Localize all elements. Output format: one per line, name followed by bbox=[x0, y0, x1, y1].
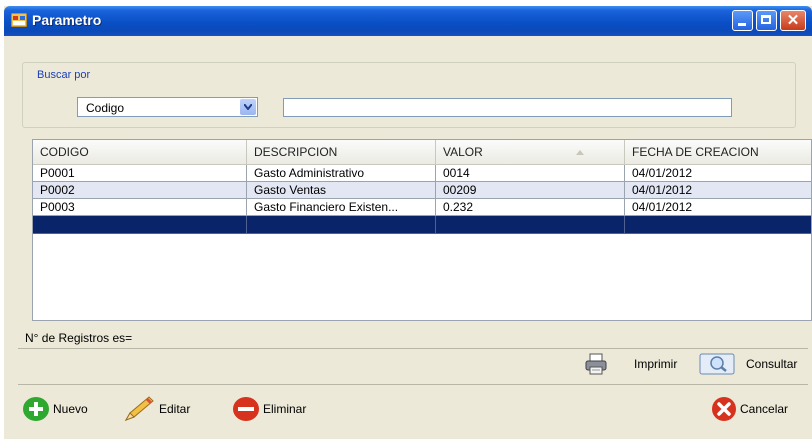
divider bbox=[18, 348, 808, 349]
cell-descripcion bbox=[247, 216, 436, 234]
cell-fecha: 04/01/2012 bbox=[625, 199, 811, 216]
column-header-codigo[interactable]: CODIGO bbox=[33, 140, 247, 164]
cell-valor bbox=[436, 216, 625, 234]
cell-codigo: P0001 bbox=[33, 165, 247, 182]
cell-descripcion: Gasto Ventas bbox=[247, 182, 436, 199]
printer-icon bbox=[585, 353, 607, 375]
cell-descripcion: Gasto Administrativo bbox=[247, 165, 436, 182]
close-button[interactable]: ✕ bbox=[780, 10, 806, 31]
delete-label: Eliminar bbox=[263, 402, 307, 416]
new-label: Nuevo bbox=[53, 402, 88, 416]
minimize-icon bbox=[738, 23, 746, 26]
record-count-label: N° de Registros es= bbox=[25, 331, 133, 345]
search-field-value: Codigo bbox=[86, 101, 125, 115]
print-label: Imprimir bbox=[634, 357, 678, 371]
search-input[interactable] bbox=[283, 98, 732, 117]
window-title: Parametro bbox=[32, 12, 102, 28]
column-header-fecha[interactable]: FECHA DE CREACION bbox=[625, 140, 811, 164]
new-button[interactable]: Nuevo bbox=[23, 397, 88, 421]
table-row-selected[interactable] bbox=[33, 216, 811, 234]
query-label: Consultar bbox=[746, 357, 798, 371]
parameters-table[interactable]: CODIGO DESCRIPCION VALOR FECHA DE CREACI… bbox=[32, 139, 812, 321]
cell-valor: 00209 bbox=[436, 182, 625, 199]
table-row[interactable]: P0002 Gasto Ventas 00209 04/01/2012 bbox=[33, 182, 811, 199]
cell-fecha: 04/01/2012 bbox=[625, 182, 811, 199]
table-row[interactable]: P0003 Gasto Financiero Existen... 0.232 … bbox=[33, 199, 811, 216]
edit-label: Editar bbox=[159, 402, 191, 416]
column-header-valor-cell[interactable]: VALOR bbox=[436, 140, 625, 164]
divider bbox=[18, 384, 808, 385]
cancel-label: Cancelar bbox=[740, 402, 789, 416]
magnifier-icon bbox=[699, 353, 735, 375]
cell-codigo bbox=[33, 216, 247, 234]
table-row[interactable]: P0001 Gasto Administrativo 0014 04/01/20… bbox=[33, 165, 811, 182]
search-field-select[interactable]: Codigo bbox=[77, 97, 258, 117]
app-window-icon bbox=[11, 13, 27, 27]
search-group bbox=[22, 62, 796, 128]
delete-button[interactable]: Eliminar bbox=[233, 397, 306, 421]
cell-descripcion: Gasto Financiero Existen... bbox=[247, 199, 436, 216]
chevron-down-icon[interactable] bbox=[240, 99, 256, 115]
cell-fecha: 04/01/2012 bbox=[625, 165, 811, 182]
maximize-icon bbox=[761, 15, 771, 24]
maximize-button[interactable] bbox=[756, 10, 777, 31]
cell-valor: 0014 bbox=[436, 165, 625, 182]
pencil-icon bbox=[124, 396, 154, 421]
query-button[interactable]: Consultar bbox=[699, 352, 797, 376]
title-bar[interactable]: Parametro ✕ bbox=[4, 6, 812, 36]
minus-circle-icon bbox=[233, 397, 259, 421]
x-circle-icon bbox=[712, 397, 736, 421]
column-header-valor: VALOR bbox=[443, 145, 483, 159]
edit-button[interactable]: Editar bbox=[123, 395, 190, 423]
table-header: CODIGO DESCRIPCION VALOR FECHA DE CREACI… bbox=[33, 140, 811, 165]
search-group-label: Buscar por bbox=[34, 69, 94, 81]
cell-fecha bbox=[625, 216, 811, 234]
cancel-button[interactable]: Cancelar bbox=[712, 397, 788, 421]
print-button[interactable]: Imprimir bbox=[584, 352, 677, 376]
minimize-button[interactable] bbox=[732, 10, 753, 31]
plus-circle-icon bbox=[23, 397, 49, 421]
cell-codigo: P0003 bbox=[33, 199, 247, 216]
sort-ascending-icon bbox=[576, 150, 584, 155]
cell-valor: 0.232 bbox=[436, 199, 625, 216]
cell-codigo: P0002 bbox=[33, 182, 247, 199]
column-header-descripcion[interactable]: DESCRIPCION bbox=[247, 140, 436, 164]
close-icon: ✕ bbox=[786, 12, 800, 29]
